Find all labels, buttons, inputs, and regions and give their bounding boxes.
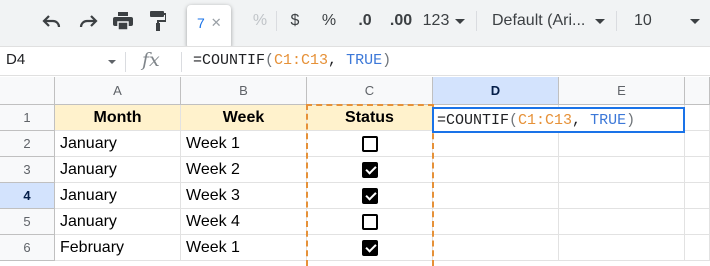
checkbox-checked[interactable] (361, 239, 378, 256)
cell-b1[interactable]: Week (181, 105, 307, 131)
formula-paren: ( (265, 52, 275, 69)
checkbox-checked[interactable] (361, 187, 378, 204)
font-size-dropdown[interactable]: 10 (634, 8, 706, 34)
decrease-decimal-label: .0 (358, 12, 372, 29)
row-header-3[interactable]: 3 (0, 157, 55, 183)
cell-a6[interactable]: February (55, 235, 181, 261)
cell-d4[interactable] (433, 183, 559, 209)
editor-paren: ( (509, 111, 519, 129)
editor-comma: , (572, 111, 591, 129)
checkbox-checked[interactable] (361, 161, 378, 178)
cell-e5[interactable] (559, 209, 685, 235)
cell-f6[interactable] (685, 235, 710, 261)
close-icon[interactable]: ✕ (211, 15, 222, 31)
currency-format-button[interactable]: $ (285, 8, 305, 34)
formula-paren: ) (382, 52, 392, 69)
formula-bar-divider (181, 52, 182, 72)
percent-hidden: % (252, 12, 268, 29)
cell-d3[interactable] (433, 157, 559, 183)
font-size-label: 10 (634, 12, 652, 29)
increase-decimal-label: .00 (389, 12, 413, 29)
chevron-down-icon (595, 18, 606, 24)
paint-format-icon[interactable] (145, 8, 171, 34)
name-box[interactable]: D4 (6, 51, 25, 68)
chevron-down-icon (689, 18, 700, 24)
increase-decimal-button[interactable]: .00 (385, 8, 417, 34)
chevron-down-icon[interactable] (108, 60, 116, 64)
decrease-decimal-button[interactable]: .0 (352, 8, 378, 34)
cell-c1[interactable]: Status (307, 105, 433, 131)
cell-a3[interactable]: January (55, 157, 181, 183)
cell-f2[interactable] (685, 131, 710, 157)
cell-a2[interactable]: January (55, 131, 181, 157)
row-header-6[interactable]: 6 (0, 235, 55, 261)
formula-bool: TRUE (346, 52, 383, 69)
column-header-e[interactable]: E (559, 77, 685, 105)
formula-bar-divider (125, 52, 126, 72)
cell-c2[interactable] (307, 131, 433, 157)
row-header-2[interactable]: 2 (0, 131, 55, 157)
cell-a5[interactable]: January (55, 209, 181, 235)
cell-d2[interactable] (433, 131, 559, 157)
editor-function: =COUNTIF (437, 111, 510, 129)
checkbox-unchecked[interactable] (361, 213, 378, 230)
column-header-c[interactable]: C (307, 77, 433, 105)
column-header-b[interactable]: B (181, 77, 307, 105)
formula-input[interactable]: =COUNTIF(C1:C13, TRUE) (193, 52, 391, 69)
toolbar: 7 ✕ % $ % .0 .00 123 Default (Ari... 10 (0, 0, 710, 49)
cell-b2[interactable]: Week 1 (181, 131, 307, 157)
select-all-corner[interactable] (0, 77, 55, 105)
cell-b5[interactable]: Week 4 (181, 209, 307, 235)
cell-e3[interactable] (559, 157, 685, 183)
font-family-dropdown[interactable]: Default (Ari... (492, 8, 610, 34)
toolbar-divider (616, 11, 617, 31)
toolbar-divider (476, 11, 477, 31)
formula-function: =COUNTIF (193, 52, 266, 69)
cell-e4[interactable] (559, 183, 685, 209)
cell-f5[interactable] (685, 209, 710, 235)
more-formats-label: 123 (422, 12, 450, 29)
editor-bool: TRUE (590, 111, 627, 129)
cell-d6[interactable] (433, 235, 559, 261)
cell-f3[interactable] (685, 157, 710, 183)
font-family-label: Default (Ari... (492, 12, 586, 29)
fx-icon: fx (142, 49, 160, 71)
undo-count: 7 (197, 15, 205, 31)
cell-editor[interactable]: =COUNTIF(C1:C13, TRUE) (432, 107, 685, 133)
formula-comma: , (328, 52, 347, 69)
cell-b6[interactable]: Week 1 (181, 235, 307, 261)
cell-c3[interactable] (307, 157, 433, 183)
editor-paren: ) (626, 111, 636, 129)
formula-range: C1:C13 (274, 52, 329, 69)
column-header-d[interactable]: D (433, 77, 559, 105)
cell-c4[interactable] (307, 183, 433, 209)
cell-c5[interactable] (307, 209, 433, 235)
cell-d5[interactable] (433, 209, 559, 235)
formula-bar: D4 fx =COUNTIF(C1:C13, TRUE) (0, 46, 710, 76)
undo-count-tooltip: 7 ✕ (187, 5, 231, 49)
checkbox-unchecked[interactable] (361, 135, 378, 152)
editor-range: C1:C13 (518, 111, 573, 129)
column-header-f[interactable] (685, 77, 710, 105)
toolbar-divider (276, 11, 277, 31)
cell-e6[interactable] (559, 235, 685, 261)
print-icon[interactable] (109, 8, 137, 34)
cell-a4[interactable]: January (55, 183, 181, 209)
undo-icon[interactable] (38, 8, 66, 34)
cell-f1[interactable] (685, 105, 710, 131)
cell-f4[interactable] (685, 183, 710, 209)
row-header-5[interactable]: 5 (0, 209, 55, 235)
column-header-a[interactable]: A (55, 77, 181, 105)
chevron-down-icon (455, 18, 466, 24)
cell-b4[interactable]: Week 3 (181, 183, 307, 209)
cell-b3[interactable]: Week 2 (181, 157, 307, 183)
redo-icon[interactable] (74, 8, 102, 34)
cell-a1[interactable]: Month (55, 105, 181, 131)
cell-c6[interactable] (307, 235, 433, 261)
row-header-1[interactable]: 1 (0, 105, 55, 131)
row-header-4[interactable]: 4 (0, 183, 55, 209)
cell-e2[interactable] (559, 131, 685, 157)
percent-format-button[interactable]: % (318, 8, 340, 34)
more-formats-dropdown[interactable]: 123 (422, 8, 466, 34)
